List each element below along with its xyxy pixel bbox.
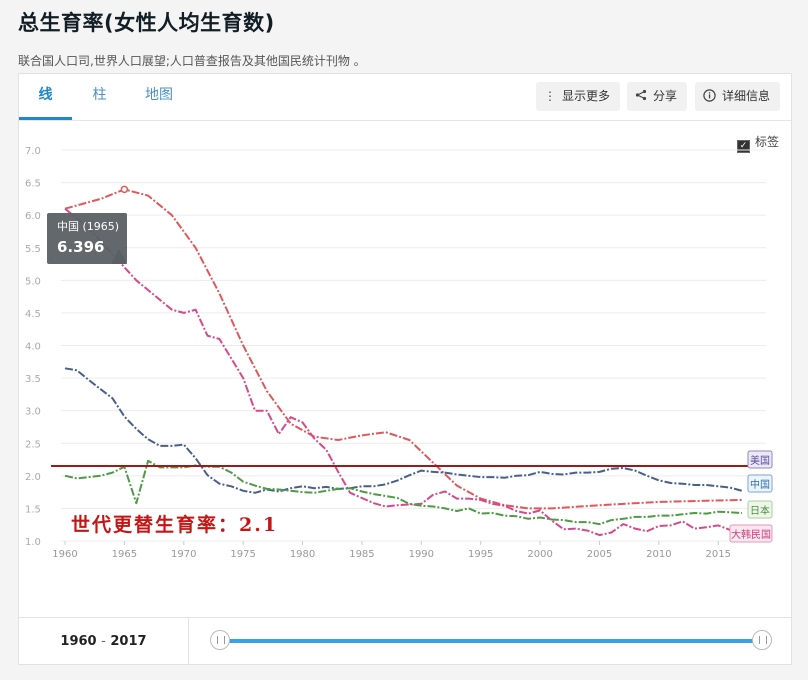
series-line-2 <box>64 367 743 494</box>
range-separator: - <box>101 634 106 649</box>
x-tick-label: 1985 <box>349 549 374 560</box>
year-slider-track[interactable] <box>220 639 762 643</box>
y-tick-label: 5.5 <box>25 244 41 255</box>
x-tick-label: 2000 <box>527 549 552 560</box>
series-line-1 <box>64 207 743 539</box>
x-tick-label: 1960 <box>52 549 77 560</box>
y-tick-label: 1.0 <box>25 537 41 548</box>
chart-plot: 1.0 1.5 2.0 2.5 3.0 3.5 4.0 4.5 5.0 5.5 6.0 6.5 7.0 1… <box>25 146 773 560</box>
x-tick-label: 2005 <box>587 549 612 560</box>
replacement-annotation: 世代更替生育率：2.1 <box>71 513 278 536</box>
series-end-label: 日本 <box>750 504 770 517</box>
source-note: 联合国人口司,世界人口展望;人口普查报告及其他国民统计刊物 。 <box>18 54 366 68</box>
series-line-0 <box>64 188 743 510</box>
chart-card: 线 柱 地图 ⋮ 显示更多 分享 详细信息 ✓ 标签 1.0 1.5 2.0 2.5 3.0… <box>18 73 792 665</box>
x-tick-label: 1970 <box>171 549 196 560</box>
x-tick-label: 1965 <box>112 549 137 560</box>
y-tick-label: 5.0 <box>25 276 41 287</box>
range-start: 1960 <box>60 634 97 649</box>
series-end-label: 大韩民国 <box>731 528 771 541</box>
series-end-label: 美国 <box>750 454 770 467</box>
y-tick-label: 4.0 <box>25 342 41 353</box>
y-tick-label: 6.0 <box>25 211 41 222</box>
y-tick-label: 1.5 <box>25 504 41 515</box>
y-tick-label: 4.5 <box>25 309 41 320</box>
series-end-label: 中国 <box>750 478 770 491</box>
slider-start-handle[interactable] <box>210 630 230 650</box>
x-tick-label: 1990 <box>409 549 434 560</box>
x-tick-label: 1975 <box>230 549 255 560</box>
x-tick-label: 2015 <box>706 549 731 560</box>
tooltip-value: 6.396 <box>57 238 104 256</box>
x-tick-label: 1980 <box>290 549 315 560</box>
y-tick-label: 6.5 <box>25 179 41 190</box>
y-tick-label: 2.0 <box>25 472 41 483</box>
x-tick-label: 2010 <box>646 549 671 560</box>
y-tick-label: 3.5 <box>25 374 41 385</box>
page-title: 总生育率(女性人均生育数) <box>18 11 275 35</box>
range-footer: 1960 - 2017 <box>19 617 791 665</box>
x-tick-label: 1995 <box>468 549 493 560</box>
tooltip-title: 中国 (1965) <box>57 220 119 233</box>
highlighted-point <box>120 185 129 194</box>
y-tick-label: 7.0 <box>25 146 41 157</box>
year-range: 1960 - 2017 <box>19 618 189 665</box>
y-tick-label: 2.5 <box>25 439 41 450</box>
slider-end-handle[interactable] <box>752 630 772 650</box>
y-tick-label: 3.0 <box>25 407 41 418</box>
range-end: 2017 <box>110 634 147 649</box>
